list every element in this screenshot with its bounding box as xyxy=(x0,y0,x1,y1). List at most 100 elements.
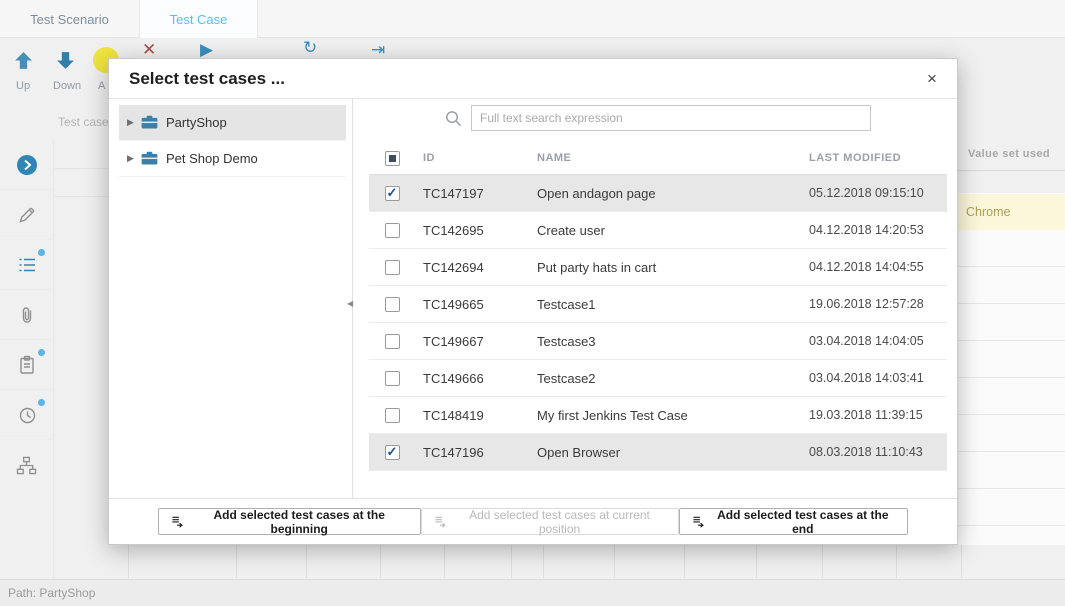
row-checkbox[interactable] xyxy=(385,334,400,349)
table-row[interactable]: TC149665 Testcase1 19.06.2018 12:57:28 xyxy=(369,286,947,323)
tree-item-pet-shop-demo[interactable]: ▶ Pet Shop Demo xyxy=(119,141,346,177)
testcase-id: TC148419 xyxy=(415,408,529,423)
testcase-name: Open andagon page xyxy=(529,186,801,201)
expander-icon[interactable]: ▶ xyxy=(127,153,141,164)
tab-test-case[interactable]: Test Case xyxy=(140,0,258,38)
testcase-modified: 08.03.2018 11:10:43 xyxy=(801,445,947,459)
dialog-title: Select test cases ... xyxy=(129,59,285,99)
table-header: ID NAME LAST MODIFIED xyxy=(369,142,947,175)
project-folder-icon xyxy=(141,151,158,166)
background-grid-line xyxy=(236,545,237,578)
delete-icon[interactable]: ✕ xyxy=(142,40,156,60)
sitemap-icon xyxy=(16,456,37,475)
status-bar: Path: PartyShop xyxy=(0,579,1065,606)
list-icon xyxy=(17,255,37,275)
background-grid-line xyxy=(756,545,757,578)
add-beginning-icon xyxy=(171,515,184,528)
path-status: Path: PartyShop xyxy=(8,586,95,600)
move-up-label: Up xyxy=(16,80,30,92)
row-checkbox[interactable] xyxy=(385,371,400,386)
refresh-icon[interactable]: ↻ xyxy=(303,38,317,58)
testcase-name: Testcase3 xyxy=(529,334,801,349)
tree-item-label: PartyShop xyxy=(166,115,227,130)
testcase-name: Testcase2 xyxy=(529,371,801,386)
row-checkbox[interactable] xyxy=(385,408,400,423)
testcase-id: TC149665 xyxy=(415,297,529,312)
search-icon xyxy=(444,109,463,128)
table-row[interactable]: TC148419 My first Jenkins Test Case 19.0… xyxy=(369,397,947,434)
background-grid-line xyxy=(684,545,685,578)
testcase-modified: 19.03.2018 11:39:15 xyxy=(801,408,947,422)
background-grid-line xyxy=(822,545,823,578)
move-down-icon[interactable] xyxy=(55,50,76,76)
table-row[interactable]: TC149666 Testcase2 03.04.2018 14:03:41 xyxy=(369,360,947,397)
row-checkbox[interactable] xyxy=(385,223,400,238)
button-label: Add selected test cases at the end xyxy=(711,508,895,536)
arrow-circle-icon xyxy=(16,154,38,176)
background-grid-line xyxy=(896,545,897,578)
export-icon[interactable]: ⇥ xyxy=(371,40,385,60)
background-grid-line xyxy=(128,545,129,578)
table-row[interactable]: TC147197 Open andagon page 05.12.2018 09… xyxy=(369,175,947,212)
table-row[interactable]: TC142694 Put party hats in cart 04.12.20… xyxy=(369,249,947,286)
select-test-cases-dialog: Select test cases ... × ▶ PartyShop ▶ Pe… xyxy=(108,58,958,545)
sidebar-item-edit[interactable] xyxy=(0,190,53,240)
background-grid-line xyxy=(306,545,307,578)
testcase-modified: 03.04.2018 14:03:41 xyxy=(801,371,947,385)
background-grid-line xyxy=(380,545,381,578)
panel-collapse-handle[interactable]: ◀ xyxy=(347,299,353,308)
testcase-modified: 19.06.2018 12:57:28 xyxy=(801,297,947,311)
row-checkbox[interactable] xyxy=(385,445,400,460)
button-label: Add selected test cases at current posit… xyxy=(453,508,665,536)
add-at-beginning-button[interactable]: Add selected test cases at the beginning xyxy=(158,508,421,535)
dialog-footer: Add selected test cases at the beginning… xyxy=(109,498,957,544)
background-grid-line xyxy=(958,170,1065,171)
value-set-column-header: Value set used xyxy=(968,148,1050,160)
testcase-modified: 03.04.2018 14:04:05 xyxy=(801,334,947,348)
row-checkbox[interactable] xyxy=(385,260,400,275)
button-label: Add selected test cases at the beginning xyxy=(190,508,408,536)
test-case-list-panel: ID NAME LAST MODIFIED TC147197 Open anda… xyxy=(353,99,957,498)
run-icon[interactable]: ▶ xyxy=(200,40,213,60)
testcase-id: TC142695 xyxy=(415,223,529,238)
table-row[interactable]: TC149667 Testcase3 03.04.2018 14:04:05 xyxy=(369,323,947,360)
background-grid-line xyxy=(961,545,962,578)
tree-item-label: Pet Shop Demo xyxy=(166,151,258,166)
column-header-modified[interactable]: LAST MODIFIED xyxy=(801,152,947,164)
table-row[interactable]: TC147196 Open Browser 08.03.2018 11:10:4… xyxy=(369,434,947,471)
background-grid-line xyxy=(55,168,108,169)
expander-icon[interactable]: ▶ xyxy=(127,117,141,128)
sidebar-item-attachments[interactable] xyxy=(0,290,53,340)
sidebar-item-hierarchy[interactable] xyxy=(0,440,53,490)
testcase-id: TC147197 xyxy=(415,186,529,201)
background-grid-line xyxy=(543,545,544,578)
sidebar-item-notes[interactable] xyxy=(0,340,53,390)
row-checkbox[interactable] xyxy=(385,297,400,312)
background-grid-line xyxy=(444,545,445,578)
table-row[interactable]: TC142695 Create user 04.12.2018 14:20:53 xyxy=(369,212,947,249)
row-checkbox[interactable] xyxy=(385,186,400,201)
add-tool-label: A xyxy=(98,80,105,92)
testcase-name: Put party hats in cart xyxy=(529,260,801,275)
add-at-end-button[interactable]: Add selected test cases at the end xyxy=(679,508,908,535)
move-up-icon[interactable] xyxy=(13,50,34,76)
notification-dot xyxy=(38,349,45,356)
testcase-id: TC147196 xyxy=(415,445,529,460)
select-all-checkbox[interactable] xyxy=(385,151,400,166)
background-grid-line xyxy=(614,545,615,578)
close-icon[interactable]: × xyxy=(921,68,943,90)
chrome-value-cell: Chrome xyxy=(958,194,1065,230)
pencil-icon xyxy=(17,205,37,225)
dialog-header: Select test cases ... × xyxy=(109,59,957,99)
search-input[interactable] xyxy=(471,105,871,131)
left-toolbar xyxy=(0,140,54,580)
sidebar-item-history[interactable] xyxy=(0,390,53,440)
add-end-icon xyxy=(692,515,705,528)
sidebar-item-steps[interactable] xyxy=(0,240,53,290)
sidebar-item-run[interactable] xyxy=(0,140,53,190)
column-header-name[interactable]: NAME xyxy=(529,152,801,164)
tree-item-partyshop[interactable]: ▶ PartyShop xyxy=(119,105,346,141)
column-header-id[interactable]: ID xyxy=(415,152,529,164)
tab-test-scenario[interactable]: Test Scenario xyxy=(0,0,140,38)
clipboard-icon xyxy=(17,355,37,375)
